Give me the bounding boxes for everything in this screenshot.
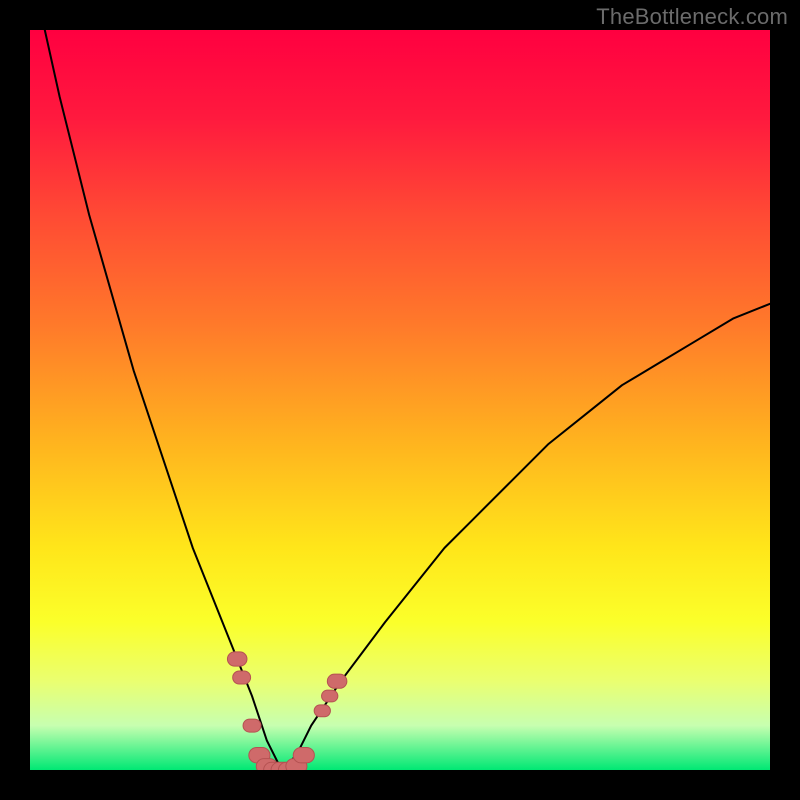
- chart-frame: TheBottleneck.com: [0, 0, 800, 800]
- curve-marker: [233, 671, 251, 684]
- gradient-background: [30, 30, 770, 770]
- chart-svg: [30, 30, 770, 770]
- curve-marker: [314, 705, 330, 717]
- watermark-text: TheBottleneck.com: [596, 4, 788, 30]
- curve-marker: [227, 652, 247, 666]
- bottleneck-chart: [30, 30, 770, 770]
- curve-marker: [327, 674, 347, 688]
- curve-marker: [322, 690, 338, 702]
- curve-marker: [243, 719, 261, 732]
- curve-marker: [293, 748, 314, 763]
